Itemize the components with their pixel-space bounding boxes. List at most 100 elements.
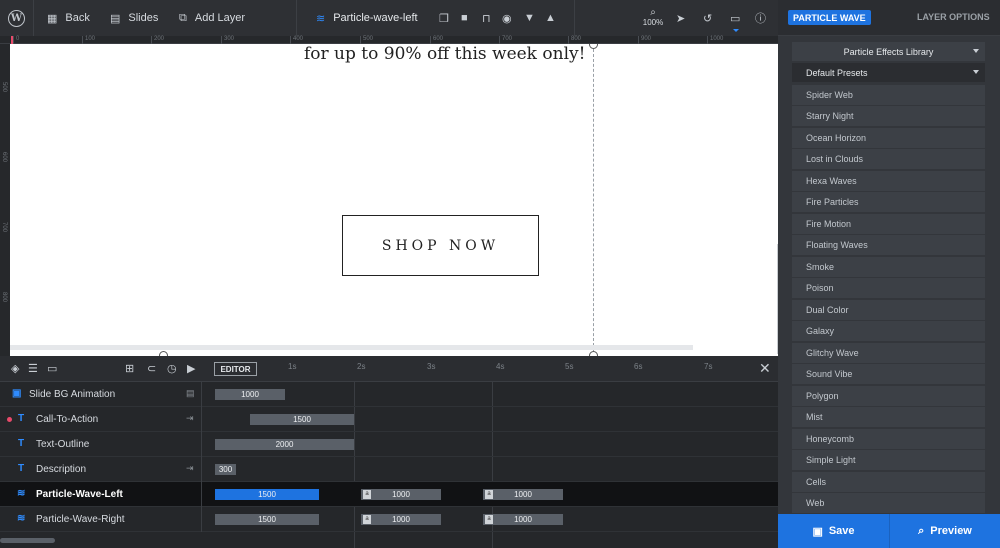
ruler-tick: 200 xyxy=(151,36,164,44)
time-marker: 2s xyxy=(357,362,366,371)
bar-duration: 1500 xyxy=(293,415,311,424)
layer-down-button[interactable]: ▼ xyxy=(524,0,535,36)
preset-item[interactable]: Ocean Horizon xyxy=(792,128,985,148)
preset-item[interactable]: Polygon xyxy=(792,386,985,406)
ruler-tick: 500 xyxy=(360,36,373,44)
layer-guide-line xyxy=(593,44,594,356)
toolbar-divider xyxy=(574,0,575,36)
preset-item[interactable]: Dual Color xyxy=(792,300,985,320)
row-label: ≋ Particle-Wave-Right xyxy=(0,507,202,532)
preset-item[interactable]: Spider Web xyxy=(792,85,985,105)
layer-name: Particle-Wave-Left xyxy=(36,489,123,500)
panel-header: PARTICLE WAVE LAYER OPTIONS xyxy=(778,0,1000,36)
presets-dropdown[interactable]: Default Presets xyxy=(792,63,985,82)
timeline-row[interactable]: T Description ⇥ 300 xyxy=(0,457,778,482)
layer-name: Call-To-Action xyxy=(36,414,99,425)
preview-button[interactable]: ⌕ Preview xyxy=(889,514,1000,548)
timeline-row[interactable]: ▣ Slide BG Animation ▤ 1000 xyxy=(0,382,778,407)
lock-layer-button[interactable]: ⊓ xyxy=(482,0,491,36)
animation-bar[interactable]: 1500 xyxy=(250,414,354,425)
grid-snap-icon[interactable]: ⊞ xyxy=(125,362,134,375)
preset-item[interactable]: Honeycomb xyxy=(792,429,985,449)
preset-item[interactable]: Galaxy xyxy=(792,321,985,341)
promo-text-layer[interactable]: for up to 90% off this week only! xyxy=(304,44,604,64)
select-tool-button[interactable]: ➤ xyxy=(676,0,685,36)
animation-bar[interactable]: a 1000 xyxy=(483,489,563,500)
timeline-panel: ◈ ☰ ▭ ⊞ ⊂ ◷ ▶ EDITOR 1s 2s 3s 4s 5s 6s 7… xyxy=(0,356,778,548)
row-label: ▣ Slide BG Animation ▤ xyxy=(0,382,202,407)
help-button[interactable]: ⓘ xyxy=(755,0,766,36)
preset-item[interactable]: Smoke xyxy=(792,257,985,277)
animation-bar[interactable]: 300 xyxy=(215,464,236,475)
animation-bar[interactable]: a 1000 xyxy=(361,514,441,525)
bar-duration: 1000 xyxy=(392,515,410,524)
wordpress-logo-button[interactable]: W xyxy=(0,0,34,36)
row-label: ≋ Particle-Wave-Left xyxy=(0,482,202,507)
undo-button[interactable]: ↺ xyxy=(703,0,712,36)
animation-bar[interactable]: 1500 xyxy=(215,489,319,500)
preset-item[interactable]: Mist xyxy=(792,407,985,427)
ruler-tick: 1000 xyxy=(707,36,723,44)
preset-item[interactable]: Simple Light xyxy=(792,450,985,470)
tab-layer-options[interactable]: LAYER OPTIONS xyxy=(917,12,990,22)
save-label: Save xyxy=(828,525,855,537)
preset-item[interactable]: Poison xyxy=(792,278,985,298)
preset-item[interactable]: Floating Waves xyxy=(792,235,985,255)
animation-bar[interactable]: 1500 xyxy=(215,514,319,525)
folder-icon[interactable]: ▭ xyxy=(47,362,57,375)
time-marker: 7s xyxy=(704,362,713,371)
timeline-scrollbar[interactable] xyxy=(0,538,55,543)
zoom-control[interactable]: ⌕ 100% xyxy=(640,8,666,28)
top-toolbar: W ▦ Back ▤ Slides ⧉ Add Layer ≋ Particle… xyxy=(0,0,778,36)
editor-mode-button[interactable]: EDITOR xyxy=(214,362,257,376)
animation-bar[interactable]: 1000 xyxy=(215,389,285,400)
animation-bar[interactable]: 2000 xyxy=(215,439,354,450)
stopwatch-icon[interactable]: ◷ xyxy=(167,362,177,375)
preset-item[interactable]: Fire Particles xyxy=(792,192,985,212)
layers-icon[interactable]: ◈ xyxy=(11,362,19,375)
ruler-tick: 900 xyxy=(638,36,651,44)
preset-item[interactable]: Starry Night xyxy=(792,106,985,126)
list-icon[interactable]: ☰ xyxy=(28,362,38,375)
layer-name: Description xyxy=(36,464,87,475)
delete-layer-button[interactable]: ■ xyxy=(461,0,468,36)
shop-now-label: SHOP NOW xyxy=(381,237,500,254)
add-layer-button[interactable]: ⧉ Add Layer xyxy=(179,0,245,36)
slides-button[interactable]: ▤ Slides xyxy=(110,0,158,36)
canvas-horizontal-scrollbar[interactable] xyxy=(10,345,693,350)
layer-up-button[interactable]: ▲ xyxy=(545,0,556,36)
magnet-icon[interactable]: ⊂ xyxy=(147,362,156,375)
ruler-tick: 700 xyxy=(1,222,7,233)
add-layer-icon: ⧉ xyxy=(179,11,187,24)
preset-item[interactable]: Cells xyxy=(792,472,985,492)
timeline-row[interactable]: T Text-Outline 2000 xyxy=(0,432,778,457)
preset-item[interactable]: Fire Motion xyxy=(792,214,985,234)
save-button[interactable]: ▣ Save xyxy=(778,514,889,548)
time-marker: 1s xyxy=(288,362,297,371)
animation-bar[interactable]: a 1000 xyxy=(361,489,441,500)
preset-item[interactable]: Lost in Clouds xyxy=(792,149,985,169)
preset-item[interactable]: Sound Vibe xyxy=(792,364,985,384)
close-timeline-icon[interactable]: ✕ xyxy=(759,360,771,377)
preset-item[interactable]: Hexa Waves xyxy=(792,171,985,191)
current-layer-selector[interactable]: ≋ Particle-wave-left xyxy=(316,0,418,36)
preset-item[interactable]: Web xyxy=(792,493,985,513)
wave-layer-icon: ≋ xyxy=(17,488,26,499)
time-marker: 6s xyxy=(634,362,643,371)
back-button[interactable]: ▦ Back xyxy=(47,0,90,36)
preset-item[interactable]: Glitchy Wave xyxy=(792,343,985,363)
timeline-row[interactable]: T Call-To-Action ⇥ 1500 xyxy=(0,407,778,432)
shop-now-button-layer[interactable]: SHOP NOW xyxy=(342,215,539,276)
slides-icon: ▤ xyxy=(110,12,121,25)
particle-library-dropdown[interactable]: Particle Effects Library xyxy=(792,42,985,61)
loop-icon: a xyxy=(363,515,371,524)
timeline-row[interactable]: ≋ Particle-Wave-Right 1500 a 1000 a 1000 xyxy=(0,507,778,532)
visibility-toggle[interactable]: ◉ xyxy=(502,0,512,36)
lock-icon: ⊓ xyxy=(482,12,491,25)
slide-canvas[interactable]: for up to 90% off this week only! SHOP N… xyxy=(10,44,778,356)
animation-bar[interactable]: a 1000 xyxy=(483,514,563,525)
duplicate-layer-button[interactable]: ❐ xyxy=(439,0,449,36)
tab-particle-wave[interactable]: PARTICLE WAVE xyxy=(788,10,871,25)
play-icon[interactable]: ▶ xyxy=(187,362,195,375)
timeline-row-selected[interactable]: ≋ Particle-Wave-Left 1500 a 1000 a 1000 xyxy=(0,482,778,507)
